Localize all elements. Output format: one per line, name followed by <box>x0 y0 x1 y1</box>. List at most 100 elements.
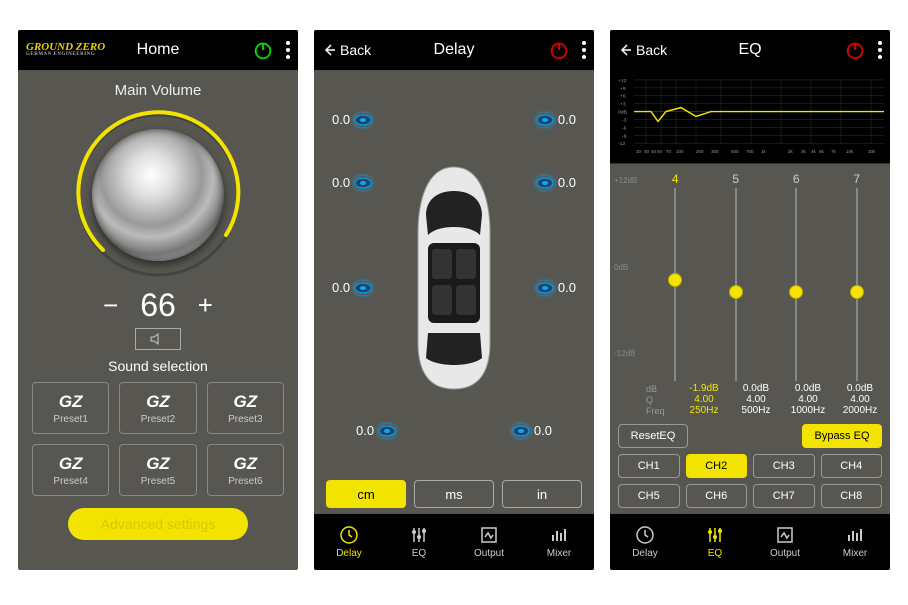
speaker-tr[interactable]: 0.0 <box>536 112 576 127</box>
advanced-settings-button[interactable]: Advanced settings <box>68 508 248 540</box>
topbar: Back Delay <box>314 30 594 70</box>
speaker-br[interactable]: 0.0 <box>536 280 576 295</box>
svg-text:1k: 1k <box>761 149 767 154</box>
power-icon[interactable] <box>548 39 570 61</box>
svg-text:20k: 20k <box>868 149 876 154</box>
brand-logo: GROUND ZERO GERMAN ENGINEERING <box>26 43 105 57</box>
preset-4[interactable]: GZPreset4 <box>32 444 109 496</box>
nav-mixer[interactable]: Mixer <box>820 514 890 570</box>
svg-text:4k: 4k <box>811 149 817 154</box>
mixer-icon <box>845 525 865 545</box>
mixer-icon <box>549 525 569 545</box>
nav-delay[interactable]: Delay <box>314 514 384 570</box>
svg-text:50: 50 <box>657 149 663 154</box>
speaker-tl[interactable]: 0.0 <box>332 112 372 127</box>
eq-graph[interactable]: +12+9+6+30dB-3-6-9-12 203040507010020030… <box>610 70 890 164</box>
svg-text:30: 30 <box>644 149 650 154</box>
menu-icon[interactable] <box>878 41 882 59</box>
nav-eq[interactable]: EQ <box>384 514 454 570</box>
speaker-ml[interactable]: 0.0 <box>332 175 372 190</box>
unit-in[interactable]: in <box>502 480 582 508</box>
channel-3[interactable]: CH3 <box>753 454 815 478</box>
band-5[interactable]: 5 <box>707 172 766 381</box>
svg-text:500: 500 <box>731 149 739 154</box>
channel-1[interactable]: CH1 <box>618 454 680 478</box>
unit-cm[interactable]: cm <box>326 480 406 508</box>
svg-text:5k: 5k <box>819 149 825 154</box>
delay-screen: Back Delay 0.0 0.0 0.0 0.0 0.0 <box>314 30 594 570</box>
eq-values: dB-1.9dB0.0dB0.0dB0.0dB Q4.004.004.004.0… <box>642 383 890 418</box>
svg-text:100: 100 <box>676 149 684 154</box>
volume-minus[interactable]: − <box>103 290 118 321</box>
power-icon[interactable] <box>844 39 866 61</box>
nav-output[interactable]: Output <box>750 514 820 570</box>
menu-icon[interactable] <box>582 41 586 59</box>
car-icon <box>406 163 502 393</box>
channel-4[interactable]: CH4 <box>821 454 883 478</box>
page-title: EQ <box>738 41 761 59</box>
topbar: Back EQ <box>610 30 890 70</box>
svg-text:+6: +6 <box>620 94 626 100</box>
speaker-icon <box>150 333 166 345</box>
nav-delay[interactable]: Delay <box>610 514 680 570</box>
preset-3[interactable]: GZPreset3 <box>207 382 284 434</box>
bypass-eq-button[interactable]: Bypass EQ <box>802 424 882 448</box>
page-title: Delay <box>434 41 475 59</box>
svg-text:300: 300 <box>711 149 719 154</box>
svg-text:10k: 10k <box>846 149 854 154</box>
speaker-bl[interactable]: 0.0 <box>332 280 372 295</box>
speaker-sr[interactable]: 0.0 <box>512 423 552 438</box>
eq-screen: Back EQ +12+9+6+30dB-3-6-9-12 <box>610 30 890 570</box>
channel-7[interactable]: CH7 <box>753 484 815 508</box>
svg-text:700: 700 <box>746 149 754 154</box>
back-arrow-icon <box>322 43 336 57</box>
back-arrow-icon <box>618 43 632 57</box>
nav-mixer[interactable]: Mixer <box>524 514 594 570</box>
nav-eq[interactable]: EQ <box>680 514 750 570</box>
nav-output[interactable]: Output <box>454 514 524 570</box>
clock-icon <box>635 525 655 545</box>
car-delay-diagram: 0.0 0.0 0.0 0.0 0.0 0.0 0.0 0.0 <box>326 80 582 476</box>
channel-5[interactable]: CH5 <box>618 484 680 508</box>
volume-value: 66 <box>140 287 176 324</box>
preset-1[interactable]: GZPreset1 <box>32 382 109 434</box>
back-button[interactable]: Back <box>618 42 667 58</box>
preset-2[interactable]: GZPreset2 <box>119 382 196 434</box>
svg-text:0dB: 0dB <box>618 110 628 116</box>
preset-grid: GZPreset1 GZPreset2 GZPreset3 GZPreset4 … <box>32 382 284 496</box>
unit-ms[interactable]: ms <box>414 480 494 508</box>
power-icon[interactable] <box>252 39 274 61</box>
svg-text:200: 200 <box>696 149 704 154</box>
speaker-mr[interactable]: 0.0 <box>536 175 576 190</box>
band-7[interactable]: 7 <box>828 172 887 381</box>
band-4[interactable]: 4 <box>646 172 705 381</box>
page-title: Home <box>137 41 180 59</box>
output-icon <box>479 525 499 545</box>
preset-6[interactable]: GZPreset6 <box>207 444 284 496</box>
home-screen: GROUND ZERO GERMAN ENGINEERING Home Main… <box>18 30 298 570</box>
band-6[interactable]: 6 <box>767 172 826 381</box>
speaker-sl[interactable]: 0.0 <box>356 423 396 438</box>
volume-label: Main Volume <box>115 82 202 99</box>
svg-text:-6: -6 <box>622 125 627 131</box>
svg-text:+12: +12 <box>618 78 627 84</box>
eq-sliders: 4 5 6 7 <box>642 164 890 383</box>
back-button[interactable]: Back <box>322 42 371 58</box>
slider-scale: +12dB 0dB -12dB <box>614 164 637 418</box>
mute-button[interactable] <box>135 328 181 350</box>
volume-plus[interactable]: + <box>198 290 213 321</box>
output-icon <box>775 525 795 545</box>
volume-knob[interactable] <box>68 105 248 285</box>
preset-5[interactable]: GZPreset5 <box>119 444 196 496</box>
menu-icon[interactable] <box>286 41 290 59</box>
channel-6[interactable]: CH6 <box>686 484 748 508</box>
channel-8[interactable]: CH8 <box>821 484 883 508</box>
topbar: GROUND ZERO GERMAN ENGINEERING Home <box>18 30 298 70</box>
reset-eq-button[interactable]: ResetEQ <box>618 424 688 448</box>
svg-text:+3: +3 <box>620 102 626 108</box>
channel-2[interactable]: CH2 <box>686 454 748 478</box>
svg-text:40: 40 <box>651 149 657 154</box>
sliders-icon <box>409 525 429 545</box>
unit-selector: cm ms in <box>326 480 582 508</box>
sound-selection-label: Sound selection <box>108 358 208 374</box>
